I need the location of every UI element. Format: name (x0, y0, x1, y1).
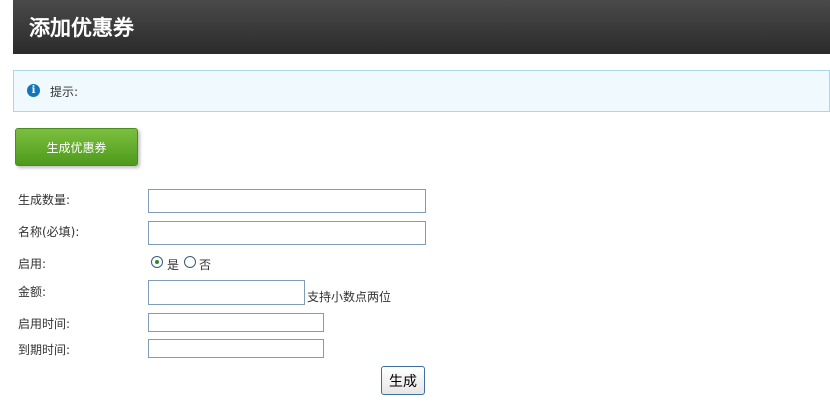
page-title: 添加优惠券 (29, 15, 134, 40)
enabled-yes-label: 是 (167, 258, 180, 272)
page-header: 添加优惠券 (13, 0, 830, 54)
end-time-label: 到期时间: (18, 343, 71, 357)
generate-coupon-button[interactable]: 生成优惠券 (15, 128, 138, 166)
amount-hint: 支持小数点两位 (307, 290, 392, 304)
name-input[interactable] (148, 221, 426, 245)
enabled-label: 启用: (18, 257, 47, 271)
enabled-yes-radio[interactable] (151, 256, 163, 268)
amount-label: 金额: (18, 285, 47, 299)
info-icon: i (27, 84, 40, 97)
notice-text: 提示: (50, 85, 79, 99)
start-time-label: 启用时间: (18, 317, 71, 331)
enabled-no-label: 否 (199, 258, 212, 272)
notice-box: i 提示: (13, 70, 830, 112)
quantity-input[interactable] (148, 189, 426, 213)
enabled-no-radio[interactable] (184, 256, 196, 268)
submit-button[interactable]: 生成 (381, 366, 425, 395)
amount-input[interactable] (148, 280, 305, 305)
quantity-label: 生成数量: (18, 193, 71, 207)
end-time-input[interactable] (148, 339, 324, 358)
start-time-input[interactable] (148, 313, 324, 332)
name-label: 名称(必填): (18, 225, 80, 239)
